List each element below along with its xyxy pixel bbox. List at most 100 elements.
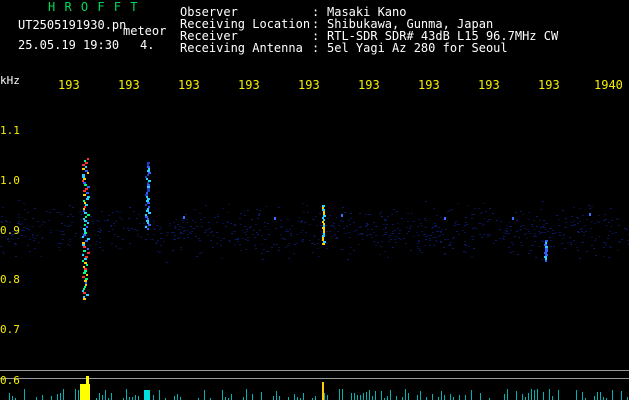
noise-speck xyxy=(6,221,8,222)
meteor-echo xyxy=(86,264,88,266)
noise-speck xyxy=(480,213,482,214)
noise-speck xyxy=(122,239,124,240)
meteor-echo xyxy=(148,168,150,170)
noise-speck xyxy=(612,233,614,234)
meteor-echo xyxy=(82,164,85,166)
noise-speck xyxy=(562,210,564,211)
noise-speck xyxy=(449,210,451,211)
noise-speck xyxy=(529,233,531,234)
x-tick-label: 193 xyxy=(478,78,500,92)
x-tick-label: 193 xyxy=(538,78,560,92)
meteor-echo xyxy=(86,294,89,296)
noise-speck xyxy=(442,234,444,235)
meteor-echo xyxy=(147,166,150,168)
meteor-echo xyxy=(147,218,149,220)
noise-speck xyxy=(591,206,593,207)
meteor-echo xyxy=(148,212,151,214)
noise-speck xyxy=(233,231,235,232)
noise-speck xyxy=(240,224,242,225)
noise-speck xyxy=(207,235,209,236)
noise-speck xyxy=(449,245,451,246)
noise-speck xyxy=(8,241,10,242)
noise-speck xyxy=(228,204,230,205)
noise-speck xyxy=(67,244,69,245)
power-bar xyxy=(111,393,112,400)
power-bar xyxy=(459,395,460,400)
noise-speck xyxy=(336,217,338,218)
power-bar xyxy=(126,389,127,400)
power-bar xyxy=(480,393,481,400)
noise-speck xyxy=(559,235,561,236)
noise-speck xyxy=(520,242,522,243)
noise-speck xyxy=(473,214,475,215)
power-bar xyxy=(138,396,139,400)
noise-speck xyxy=(24,219,26,220)
noise-speck xyxy=(511,242,513,243)
noise-speck xyxy=(173,232,175,233)
noise-speck xyxy=(180,232,182,233)
noise-speck xyxy=(610,208,612,209)
noise-speck xyxy=(539,233,541,234)
noise-speck xyxy=(243,211,245,212)
noise-speck xyxy=(340,249,342,250)
noise-speck xyxy=(302,239,304,240)
power-bar xyxy=(387,396,388,400)
noise-speck xyxy=(493,243,495,244)
power-bar xyxy=(360,395,361,400)
noise-speck xyxy=(379,254,381,255)
noise-speck xyxy=(187,230,189,231)
noise-speck xyxy=(440,231,442,232)
noise-speck xyxy=(240,213,242,214)
power-bar xyxy=(294,394,295,400)
noise-speck xyxy=(607,238,609,239)
noise-speck xyxy=(542,232,544,233)
noise-speck xyxy=(313,235,315,236)
noise-speck xyxy=(246,231,248,232)
noise-speck xyxy=(245,239,247,240)
noise-speck xyxy=(403,238,405,239)
power-bar xyxy=(9,393,10,400)
noise-speck xyxy=(318,256,320,257)
noise-speck xyxy=(136,230,138,231)
noise-speck xyxy=(528,253,530,254)
noise-speck xyxy=(471,218,473,219)
noise-speck xyxy=(99,238,101,239)
noise-speck xyxy=(559,232,561,233)
noise-speck xyxy=(318,239,320,240)
power-bar xyxy=(432,394,433,400)
noise-speck xyxy=(186,222,188,223)
noise-speck xyxy=(330,236,332,237)
noise-speck xyxy=(521,245,523,246)
noise-speck xyxy=(573,221,575,222)
meteor-echo xyxy=(146,178,148,180)
noise-speck xyxy=(286,229,288,230)
noise-speck xyxy=(210,232,212,233)
power-bar xyxy=(204,390,205,400)
noise-speck xyxy=(300,232,302,233)
noise-speck xyxy=(227,222,229,223)
noise-speck xyxy=(24,209,26,210)
noise-speck xyxy=(565,218,567,219)
power-bar xyxy=(105,390,106,400)
noise-speck xyxy=(545,229,547,230)
meteor-echo xyxy=(84,184,87,186)
noise-speck xyxy=(418,235,420,236)
noise-speck xyxy=(298,217,300,218)
meteor-echo xyxy=(444,217,446,220)
meteor-echo xyxy=(148,172,151,174)
noise-speck xyxy=(468,246,470,247)
noise-speck xyxy=(119,212,121,213)
meteor-echo xyxy=(145,214,147,216)
noise-speck xyxy=(562,238,564,239)
meteor-echo xyxy=(322,207,324,209)
noise-speck xyxy=(287,245,289,246)
noise-speck xyxy=(388,237,390,238)
noise-speck xyxy=(373,232,375,233)
noise-speck xyxy=(391,214,393,215)
noise-speck xyxy=(610,226,612,227)
noise-speck xyxy=(121,219,123,220)
noise-speck xyxy=(70,214,72,215)
noise-speck xyxy=(181,227,183,228)
meteor-echo xyxy=(86,198,89,200)
noise-speck xyxy=(515,212,517,213)
